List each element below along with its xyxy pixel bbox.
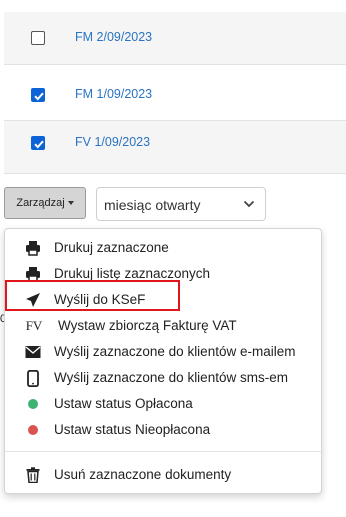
check-icon [34, 92, 44, 101]
menu-item-label: Usuń zaznaczone dokumenty [54, 467, 232, 482]
mobile-phone-icon [24, 369, 42, 387]
green-dot-icon [24, 395, 42, 413]
period-select-value: miesiąc otwarty [104, 197, 201, 213]
menu-item-delete-selected[interactable]: Usuń zaznaczone dokumenty [5, 462, 321, 488]
menu-item-status-paid[interactable]: Ustaw status Opłacona [5, 391, 321, 417]
table-row: FV 1/09/2023 [4, 121, 346, 174]
menu-item-label: Wystaw zbiorczą Fakturę VAT [58, 318, 237, 333]
row-checkbox[interactable] [31, 31, 45, 45]
menu-item-label: Drukuj zaznaczone [54, 240, 169, 255]
table-row: FM 2/09/2023 [4, 12, 346, 65]
menu-item-label: Wyślij zaznaczone do klientów e-mailem [54, 344, 296, 359]
check-icon [34, 140, 44, 149]
menu-item-label: Drukuj listę zaznaczonych [54, 266, 211, 281]
table-row: FM 1/09/2023 [4, 68, 346, 121]
caret-down-icon [67, 201, 74, 205]
menu-item-label: Wyślij zaznaczone do klientów sms-em [54, 370, 288, 385]
fv-text-icon: FV [25, 318, 43, 333]
chevron-down-icon [243, 200, 255, 208]
manage-button[interactable]: Zarządzaj [4, 187, 86, 219]
menu-item-status-unpaid[interactable]: Ustaw status Nieopłacona [5, 417, 321, 443]
menu-item-label: Ustaw status Opłacona [54, 396, 193, 411]
period-select[interactable]: miesiąc otwarty [96, 187, 266, 221]
menu-item-send-email[interactable]: Wyślij zaznaczone do klientów e-mailem [5, 339, 321, 365]
menu-divider [5, 451, 321, 452]
document-link[interactable]: FM 2/09/2023 [75, 30, 152, 44]
manage-dropdown-menu: Drukuj zaznaczone Drukuj listę zaznaczon… [4, 228, 322, 494]
menu-item-label: Ustaw status Nieopłacona [54, 422, 211, 437]
row-checkbox[interactable] [31, 88, 45, 102]
document-link[interactable]: FV 1/09/2023 [75, 135, 150, 149]
manage-button-label: Zarządzaj [16, 197, 65, 209]
menu-item-send-sms[interactable]: Wyślij zaznaczone do klientów sms-em [5, 365, 321, 391]
document-link[interactable]: FM 1/09/2023 [75, 87, 152, 101]
printer-icon [24, 239, 42, 257]
menu-item-collective-invoice[interactable]: FV Wystaw zbiorczą Fakturę VAT [5, 313, 321, 339]
envelope-icon [24, 343, 42, 361]
trash-icon [24, 466, 42, 484]
red-dot-icon [24, 421, 42, 439]
row-checkbox[interactable] [31, 136, 45, 150]
highlight-box [5, 280, 180, 311]
menu-item-print-selected[interactable]: Drukuj zaznaczone [5, 235, 321, 261]
